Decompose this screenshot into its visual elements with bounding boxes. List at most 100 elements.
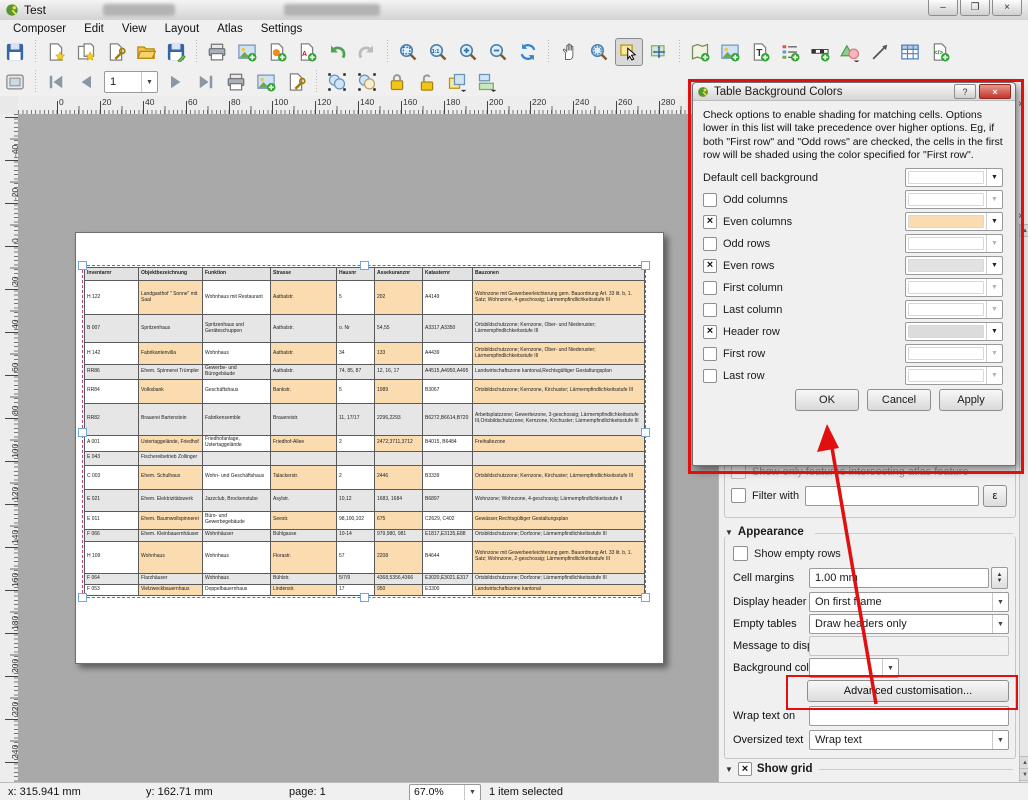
add-legend-button[interactable] bbox=[776, 38, 804, 66]
show-empty-rows-checkbox[interactable] bbox=[733, 546, 748, 561]
refresh-button[interactable] bbox=[514, 38, 542, 66]
odd-columns-checkbox[interactable] bbox=[703, 193, 717, 207]
last-row-checkbox[interactable] bbox=[703, 369, 717, 383]
unlock-items-button[interactable] bbox=[413, 68, 441, 96]
composition-manager-button[interactable] bbox=[102, 38, 130, 66]
menu-atlas[interactable]: Atlas bbox=[208, 22, 252, 36]
selected-table-item[interactable]: InventarnrObjektbezeichnungFunktionStras… bbox=[82, 265, 646, 598]
duplicate-composition-button[interactable] bbox=[72, 38, 100, 66]
odd-columns-color[interactable]: ▼ bbox=[905, 190, 1003, 209]
selection-handle[interactable] bbox=[360, 261, 369, 270]
show-grid-checkbox[interactable]: × bbox=[738, 762, 752, 776]
atlas-page-combo[interactable]: 1▼ bbox=[104, 71, 158, 93]
export-image-button[interactable] bbox=[233, 38, 261, 66]
last-row-color[interactable]: ▼ bbox=[905, 366, 1003, 385]
show-grid-section-header[interactable]: ▼ × Show grid bbox=[725, 762, 813, 776]
even-rows-color[interactable]: ▼ bbox=[905, 256, 1003, 275]
even-columns-checkbox[interactable]: × bbox=[703, 215, 717, 229]
wrap-text-on-input[interactable] bbox=[809, 706, 1009, 726]
menu-edit[interactable]: Edit bbox=[75, 22, 113, 36]
expression-builder-button[interactable]: ε bbox=[983, 485, 1007, 507]
selection-handle[interactable] bbox=[641, 593, 650, 602]
atlas-preview-button[interactable] bbox=[1, 68, 29, 96]
open-button[interactable] bbox=[132, 38, 160, 66]
save-button[interactable] bbox=[1, 38, 29, 66]
advanced-customisation-button[interactable]: Advanced customisation... bbox=[807, 680, 1009, 702]
align-items-button[interactable] bbox=[473, 68, 501, 96]
zoom-out-button[interactable] bbox=[484, 38, 512, 66]
even-columns-color[interactable]: ▼ bbox=[905, 212, 1003, 231]
select-move-item-button[interactable] bbox=[615, 38, 643, 66]
zoom-in-button[interactable] bbox=[454, 38, 482, 66]
dialog-close-button[interactable]: × bbox=[979, 84, 1011, 99]
scroll-up-icon[interactable]: ▲ bbox=[1019, 224, 1028, 237]
group-items-button[interactable] bbox=[323, 68, 351, 96]
filter-with-checkbox[interactable] bbox=[731, 488, 746, 503]
menu-view[interactable]: View bbox=[113, 22, 156, 36]
first-row-color[interactable]: ▼ bbox=[905, 344, 1003, 363]
oversized-text-combo[interactable]: Wrap text▼ bbox=[809, 730, 1009, 750]
scroll-down-icon[interactable]: ▼ bbox=[1019, 768, 1028, 781]
empty-tables-combo[interactable]: Draw headers only▼ bbox=[809, 614, 1009, 634]
menu-layout[interactable]: Layout bbox=[156, 22, 209, 36]
add-arrow-button[interactable] bbox=[866, 38, 894, 66]
first-column-checkbox[interactable] bbox=[703, 281, 717, 295]
zoom-level-combo[interactable]: 67.0%▼ bbox=[409, 784, 481, 800]
cell-margins-spinner[interactable]: ▲▼ bbox=[991, 567, 1008, 589]
background-color-combo[interactable]: ▼ bbox=[809, 658, 899, 678]
add-html-button[interactable]: </> bbox=[926, 38, 954, 66]
move-item-content-button[interactable] bbox=[645, 38, 673, 66]
add-image-button[interactable] bbox=[716, 38, 744, 66]
selection-handle[interactable] bbox=[641, 261, 650, 270]
export-pdf-button[interactable]: A bbox=[293, 38, 321, 66]
menu-composer[interactable]: Composer bbox=[4, 22, 75, 36]
last-column-checkbox[interactable] bbox=[703, 303, 717, 317]
pan-button[interactable] bbox=[555, 38, 583, 66]
zoom-full-button[interactable] bbox=[394, 38, 422, 66]
add-attribute-table-button[interactable] bbox=[896, 38, 924, 66]
selection-handle[interactable] bbox=[78, 261, 87, 270]
atlas-first-button[interactable] bbox=[42, 68, 70, 96]
add-label-button[interactable]: T bbox=[746, 38, 774, 66]
dock-close-icon[interactable]: × bbox=[1015, 98, 1027, 110]
panel-scrollbar[interactable] bbox=[1019, 224, 1028, 782]
cancel-button[interactable]: Cancel bbox=[867, 389, 931, 411]
first-row-checkbox[interactable] bbox=[703, 347, 717, 361]
menu-settings[interactable]: Settings bbox=[252, 22, 312, 36]
redo-button[interactable] bbox=[353, 38, 381, 66]
even-rows-checkbox[interactable]: × bbox=[703, 259, 717, 273]
lock-items-button[interactable] bbox=[383, 68, 411, 96]
header-row-color[interactable]: ▼ bbox=[905, 322, 1003, 341]
header-row-checkbox[interactable]: × bbox=[703, 325, 717, 339]
selection-handle[interactable] bbox=[78, 593, 87, 602]
save-as-template-button[interactable] bbox=[162, 38, 190, 66]
undo-button[interactable] bbox=[323, 38, 351, 66]
atlas-next-button[interactable] bbox=[162, 68, 190, 96]
odd-rows-checkbox[interactable] bbox=[703, 237, 717, 251]
dialog-help-button[interactable]: ? bbox=[954, 84, 976, 99]
odd-rows-color[interactable]: ▼ bbox=[905, 234, 1003, 253]
selection-handle[interactable] bbox=[78, 428, 87, 437]
last-column-color[interactable]: ▼ bbox=[905, 300, 1003, 319]
atlas-export-button[interactable] bbox=[252, 68, 280, 96]
apply-button[interactable]: Apply bbox=[939, 389, 1003, 411]
selection-handle[interactable] bbox=[641, 428, 650, 437]
atlas-settings-button[interactable] bbox=[282, 68, 310, 96]
ok-button[interactable]: OK bbox=[795, 389, 859, 411]
close-button[interactable]: × bbox=[992, 0, 1022, 16]
ungroup-items-button[interactable] bbox=[353, 68, 381, 96]
display-header-combo[interactable]: On first frame▼ bbox=[809, 592, 1009, 612]
restore-button[interactable]: ❐ bbox=[960, 0, 990, 16]
zoom-actual-button[interactable]: 1:1 bbox=[424, 38, 452, 66]
composition-canvas[interactable]: InventarnrObjektbezeichnungFunktionStras… bbox=[18, 114, 718, 782]
atlas-print-button[interactable] bbox=[222, 68, 250, 96]
selection-handle[interactable] bbox=[360, 593, 369, 602]
export-svg-button[interactable] bbox=[263, 38, 291, 66]
first-column-color[interactable]: ▼ bbox=[905, 278, 1003, 297]
atlas-last-button[interactable] bbox=[192, 68, 220, 96]
composition-page[interactable]: InventarnrObjektbezeichnungFunktionStras… bbox=[75, 232, 664, 664]
atlas-prev-button[interactable] bbox=[72, 68, 100, 96]
zoom-region-button[interactable] bbox=[585, 38, 613, 66]
add-shape-button[interactable] bbox=[836, 38, 864, 66]
minimize-button[interactable]: – bbox=[928, 0, 958, 16]
